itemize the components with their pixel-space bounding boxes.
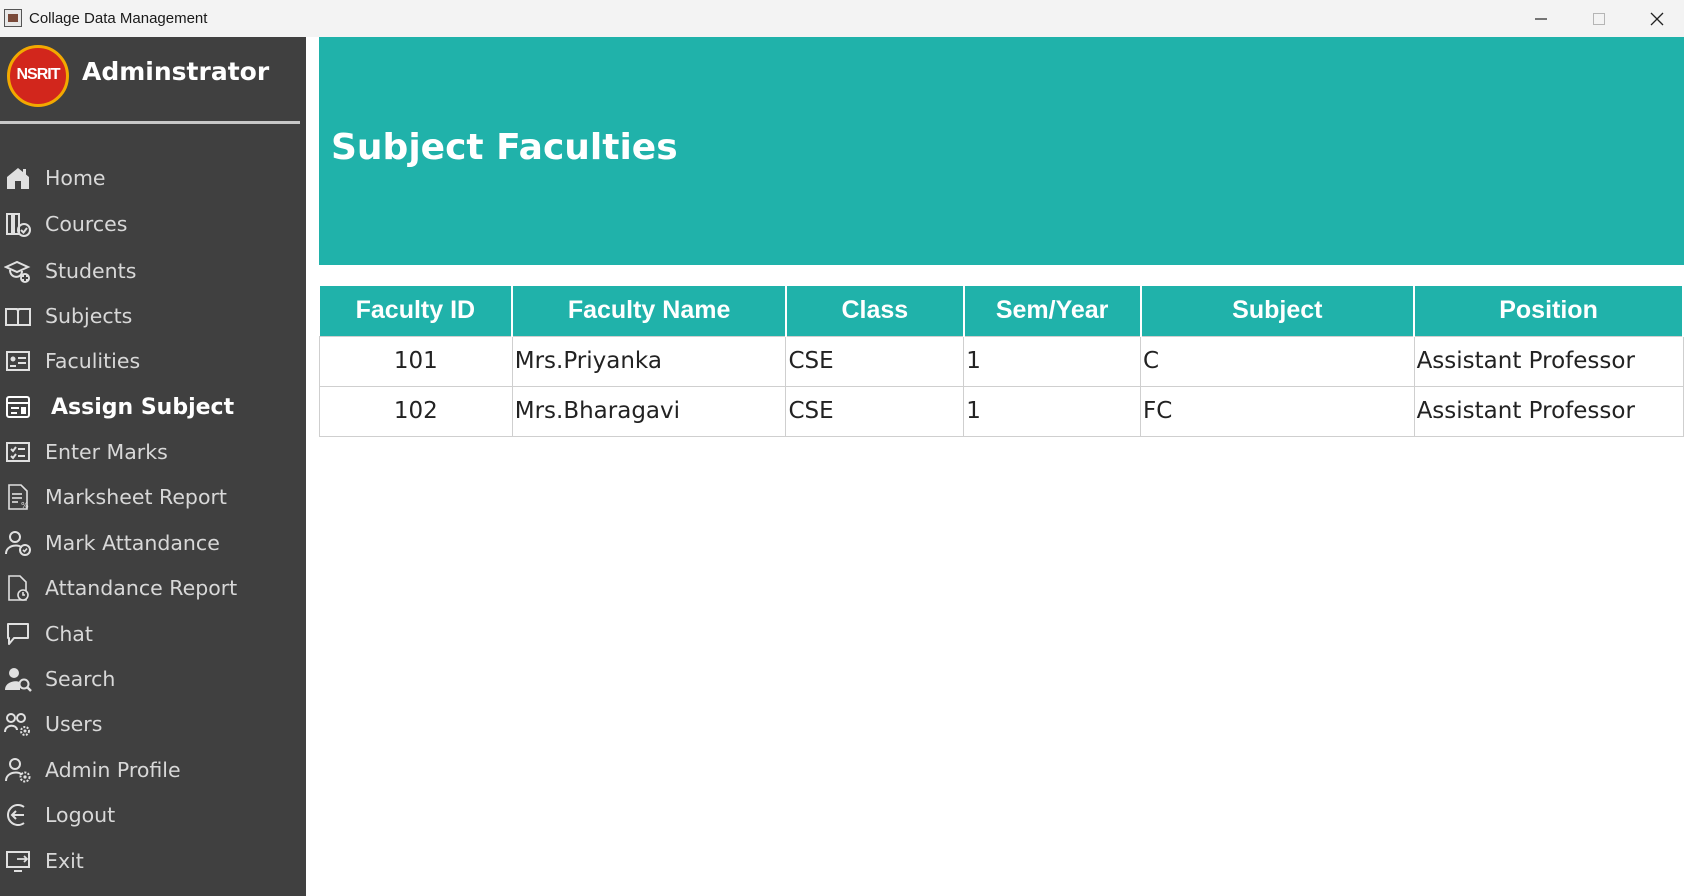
sidebar-item-students[interactable]: Students [0, 249, 306, 293]
column-header-position[interactable]: Position [1414, 286, 1684, 336]
sidebar-item-subjects[interactable]: Subjects [0, 294, 306, 338]
sidebar-item-label: Chat [45, 622, 93, 646]
app-icon [4, 9, 22, 27]
window-title: Collage Data Management [29, 10, 208, 27]
sidebar-item-chat[interactable]: Chat [0, 612, 306, 656]
table-cell[interactable]: 102 [319, 385, 513, 437]
home-icon [2, 162, 34, 194]
sidebar-divider [0, 121, 300, 124]
table-cell[interactable]: 1 [963, 385, 1142, 437]
sidebar-title: Adminstrator [82, 57, 270, 86]
user-check-icon [2, 527, 34, 559]
sidebar-item-label: Students [45, 259, 137, 283]
column-header-sem-year[interactable]: Sem/Year [963, 286, 1142, 336]
faculty-id-icon [2, 345, 34, 377]
minimize-icon [1535, 18, 1547, 20]
sidebar-item-label: Search [45, 667, 116, 691]
header-banner: Subject Faculties [319, 37, 1684, 265]
sidebar-item-label: Attandance Report [45, 576, 238, 600]
sidebar-item-courses[interactable]: Cources [0, 202, 306, 246]
column-header-subject[interactable]: Subject [1140, 286, 1416, 336]
column-header-faculty-name[interactable]: Faculty Name [512, 286, 787, 336]
close-button[interactable] [1628, 0, 1684, 37]
table-cell[interactable]: CSE [785, 335, 965, 387]
sidebar-item-label: Enter Marks [45, 440, 168, 464]
table-cell[interactable]: 101 [319, 335, 513, 387]
sidebar-item-label: Logout [45, 803, 116, 827]
minimize-button[interactable] [1512, 0, 1570, 37]
sidebar-item-label: Exit [45, 849, 84, 873]
user-gear-icon [2, 754, 34, 786]
sidebar-item-label: Admin Profile [45, 758, 181, 782]
sidebar-item-label: Users [45, 712, 103, 736]
faculty-table: Faculty ID Faculty Name Class Sem/Year S… [319, 286, 1684, 437]
courses-icon [2, 208, 34, 240]
close-icon [1650, 12, 1664, 26]
table-cell[interactable]: C [1140, 335, 1415, 387]
sidebar-item-assign-subject[interactable]: Assign Subject [0, 385, 306, 429]
svg-text:%: % [21, 501, 29, 510]
window-titlebar: Collage Data Management [0, 0, 1684, 37]
marks-form-icon [2, 436, 34, 468]
logout-icon [2, 799, 34, 831]
sidebar-item-label: Mark Attandance [45, 531, 220, 555]
report-document-icon: % [2, 481, 34, 513]
table-cell[interactable]: FC [1140, 385, 1415, 437]
sidebar-item-label: Faculities [45, 349, 141, 373]
sidebar-item-label: Cources [45, 212, 128, 236]
page-title: Subject Faculties [331, 127, 678, 168]
table-cell[interactable]: Assistant Professor [1413, 385, 1684, 437]
book-icon [2, 300, 34, 332]
sidebar-item-label: Marksheet Report [45, 485, 227, 509]
sidebar-item-admin-profile[interactable]: Admin Profile [0, 748, 306, 792]
sidebar-item-enter-marks[interactable]: Enter Marks [0, 430, 306, 474]
maximize-icon [1593, 13, 1605, 25]
sidebar-item-logout[interactable]: Logout [0, 793, 306, 837]
table-cell[interactable]: CSE [785, 385, 965, 437]
sidebar-item-home[interactable]: Home [0, 156, 306, 200]
table-cell[interactable]: 1 [963, 335, 1142, 387]
maximize-button[interactable] [1570, 0, 1628, 37]
sidebar-item-users[interactable]: Users [0, 702, 306, 746]
chat-icon [2, 618, 34, 650]
exit-icon [2, 845, 34, 877]
column-header-faculty-id[interactable]: Faculty ID [319, 286, 514, 336]
table-row[interactable]: 101 Mrs.Priyanka CSE 1 C Assistant Profe… [319, 335, 1684, 387]
sidebar-item-exit[interactable]: Exit [0, 839, 306, 883]
sidebar-item-marksheet-report[interactable]: % Marksheet Report [0, 475, 306, 519]
sidebar-item-attandance-report[interactable]: Attandance Report [0, 566, 306, 610]
sidebar-item-mark-attandance[interactable]: Mark Attandance [0, 521, 306, 565]
user-search-icon [2, 663, 34, 695]
document-clock-icon [2, 572, 34, 604]
table-row[interactable]: 102 Mrs.Bharagavi CSE 1 FC Assistant Pro… [319, 385, 1684, 437]
users-gear-icon [2, 708, 34, 740]
sidebar-item-faculities[interactable]: Faculities [0, 339, 306, 383]
sidebar-item-label: Assign Subject [51, 394, 235, 420]
sidebar-item-search[interactable]: Search [0, 657, 306, 701]
sidebar-item-label: Subjects [45, 304, 133, 328]
sidebar-item-label: Home [45, 166, 106, 190]
college-logo: NSRIT [7, 45, 69, 107]
table-cell[interactable]: Assistant Professor [1413, 335, 1684, 387]
assign-icon [2, 391, 34, 423]
table-header-row: Faculty ID Faculty Name Class Sem/Year S… [319, 286, 1684, 336]
sidebar: NSRIT Adminstrator Home Cources Students… [0, 37, 306, 896]
column-header-class[interactable]: Class [785, 286, 965, 336]
table-cell[interactable]: Mrs.Priyanka [511, 335, 787, 387]
table-cell[interactable]: Mrs.Bharagavi [511, 385, 787, 437]
students-icon [2, 255, 34, 287]
